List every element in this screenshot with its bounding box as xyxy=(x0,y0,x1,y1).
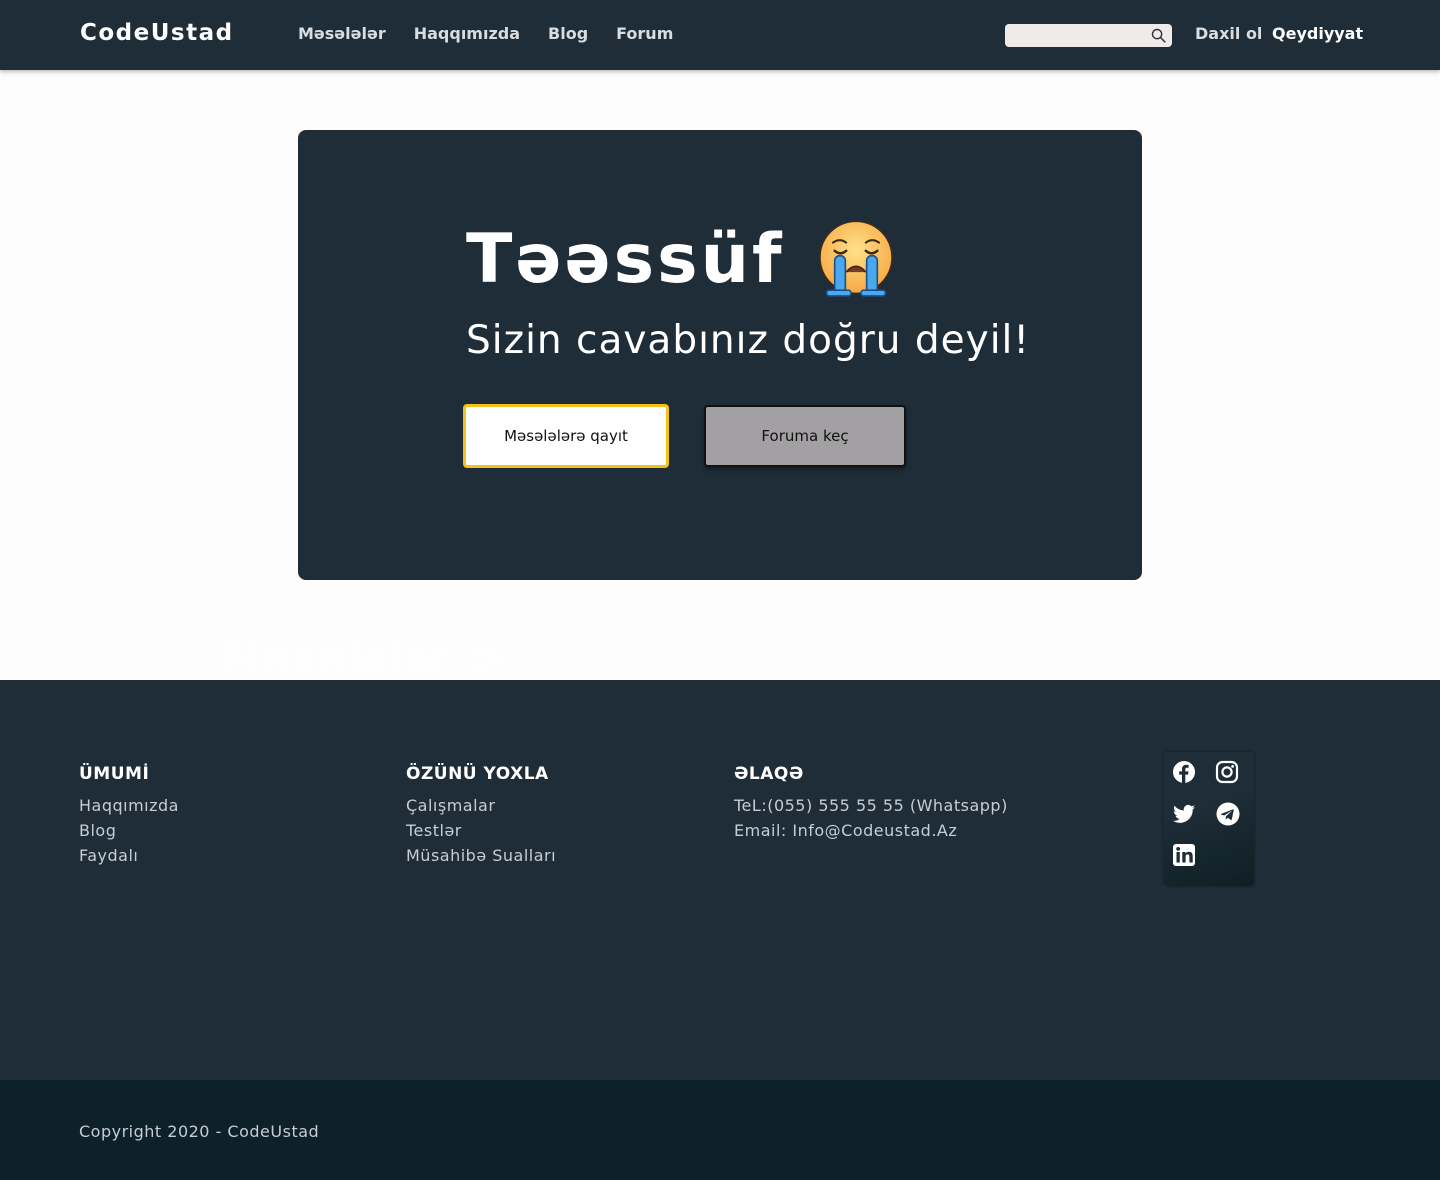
result-subtitle: Sizin cavabınız doğru deyil! xyxy=(466,318,1031,363)
footer-column-self-test: ÖZÜNÜ YOXLA Çalışmalar Testlər Müsahibə … xyxy=(406,764,556,868)
footer-link-musahibe[interactable]: Müsahibə Sualları xyxy=(406,843,556,868)
nav-link-forum[interactable]: Forum xyxy=(616,24,673,43)
footer-link-haqqimizda[interactable]: Haqqımızda xyxy=(79,793,179,818)
instagram-icon[interactable] xyxy=(1215,760,1239,784)
top-navbar: CodeUstad Məsələlər Haqqımızda Blog Foru… xyxy=(0,0,1440,70)
search-icon[interactable] xyxy=(1150,27,1167,44)
footer-bottom-bar: Copyright 2020 - CodeUstad xyxy=(0,1080,1440,1180)
result-title: Təəssüf xyxy=(466,218,897,300)
site-logo[interactable]: CodeUstad xyxy=(80,20,234,46)
nav-link-meseleler[interactable]: Məsələlər xyxy=(298,24,386,43)
contact-phone: TeL:(055) 555 55 55 (Whatsapp) xyxy=(734,796,1008,815)
result-card: Təəssüf Sizin cavabınız doğru deyil! Məs… xyxy=(298,130,1142,580)
search-input[interactable] xyxy=(1011,26,1145,45)
footer-link-blog[interactable]: Blog xyxy=(79,818,179,843)
register-link[interactable]: Qeydiyyat xyxy=(1272,24,1363,43)
footer-column-title: ÜMUMİ xyxy=(79,764,150,784)
contact-email: Email: Info@Codeustad.Az xyxy=(734,821,958,840)
search-box xyxy=(1005,24,1172,47)
social-links xyxy=(1164,752,1254,886)
twitter-icon[interactable] xyxy=(1172,802,1196,826)
nav-links: Məsələlər Haqqımızda Blog Forum xyxy=(298,24,673,43)
linkedin-icon[interactable] xyxy=(1172,843,1196,867)
telegram-icon[interactable] xyxy=(1216,802,1240,826)
nav-link-blog[interactable]: Blog xyxy=(548,24,588,43)
footer-column-general: ÜMUMİ Haqqımızda Blog Faydalı xyxy=(79,764,179,868)
footer-link-testler[interactable]: Testlər xyxy=(406,818,556,843)
footer: ÜMUMİ Haqqımızda Blog Faydalı ÖZÜNÜ YOXL… xyxy=(0,680,1440,1080)
loudly-crying-face-icon xyxy=(818,220,893,297)
faint-breadcrumb: Məsələlər > xyxy=(222,630,508,684)
footer-column-title: ƏLAQƏ xyxy=(734,764,804,784)
back-to-problems-button[interactable]: Məsələlərə qayıt xyxy=(463,404,669,468)
facebook-icon[interactable] xyxy=(1172,760,1196,784)
footer-link-faydali[interactable]: Faydalı xyxy=(79,843,179,868)
footer-column-title: ÖZÜNÜ YOXLA xyxy=(406,764,549,784)
footer-column-contact: ƏLAQƏ TeL:(055) 555 55 55 (Whatsapp) Ema… xyxy=(734,764,1008,843)
login-link[interactable]: Daxil ol xyxy=(1195,24,1262,43)
copyright-text: Copyright 2020 - CodeUstad xyxy=(79,1122,320,1141)
nav-link-haqqimizda[interactable]: Haqqımızda xyxy=(414,24,520,43)
go-to-forum-button[interactable]: Foruma keç xyxy=(704,405,906,467)
footer-link-calismalar[interactable]: Çalışmalar xyxy=(406,793,556,818)
result-title-text: Təəssüf xyxy=(466,219,785,299)
